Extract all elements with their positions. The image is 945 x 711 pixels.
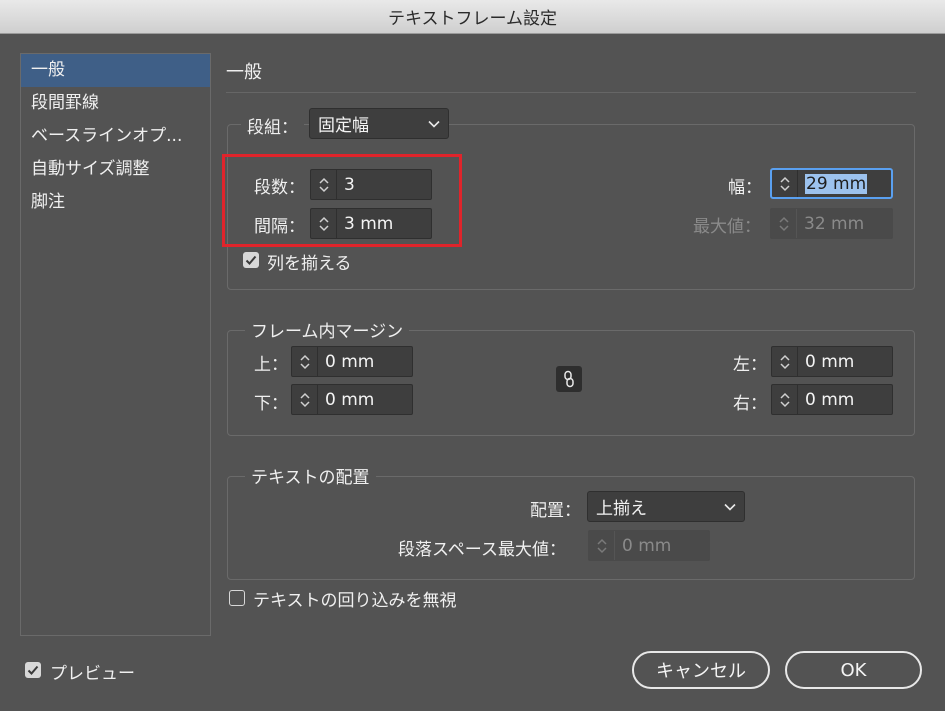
stepper-arrows-icon [778,216,789,231]
paragraph-spacing-field: 0 mm [588,530,710,561]
stepper-arrows-icon [299,354,310,369]
page-title: 一般 [226,62,262,83]
sidebar-item-auto-size[interactable]: 自動サイズ調整 [21,153,210,186]
sidebar-item-general[interactable]: 一般 [21,54,210,87]
balance-columns-checkbox[interactable] [243,252,259,268]
checkmark-icon [27,665,39,675]
align-label: 配置： [530,501,581,521]
inset-bottom-value: 0 mm [325,389,375,410]
preview-checkbox[interactable] [25,662,41,678]
balance-columns-label: 列を揃える [267,254,352,274]
stepper-arrows-icon [779,392,790,407]
inset-right-stepper[interactable] [772,385,798,414]
inset-left-stepper[interactable] [772,347,798,376]
inset-bottom-stepper[interactable] [292,385,318,414]
inset-top-stepper[interactable] [292,347,318,376]
align-value: 上揃え [596,499,647,519]
max-width-field: 32 mm [770,208,893,239]
inset-bottom-field[interactable]: 0 mm [291,384,413,415]
chain-link-icon [564,370,574,388]
sidebar-item-footnotes[interactable]: 脚注 [21,186,210,219]
inset-left-field[interactable]: 0 mm [771,346,893,377]
sidebar-item-baseline-options[interactable]: ベースラインオプ... [21,120,210,153]
max-width-stepper [771,209,797,238]
stepper-arrows-icon [779,354,790,369]
align-select[interactable]: 上揃え [587,491,745,522]
inset-left-value: 0 mm [805,351,855,372]
link-margins-button[interactable] [556,366,582,392]
columns-legend: 段組： [241,113,304,138]
inset-legend: フレーム内マージン [245,317,410,342]
inset-right-label: 右： [733,394,767,414]
column-width-value: 29 mm [805,173,868,194]
inset-right-field[interactable]: 0 mm [771,384,893,415]
max-width-value: 32 mm [804,213,865,234]
max-width-label: 最大値： [693,217,761,237]
sidebar-category-list: 一般 段間罫線 ベースラインオプ... 自動サイズ調整 脚注 [20,53,211,636]
inset-top-field[interactable]: 0 mm [291,346,413,377]
chevron-down-icon [724,503,736,511]
vertical-justification-group [227,476,915,580]
paragraph-spacing-value: 0 mm [622,535,672,556]
ok-button[interactable]: OK [785,651,922,689]
window-title-bar: テキストフレーム設定 [0,0,945,34]
paragraph-spacing-label: 段落スペース最大値： [398,540,566,560]
window-title: テキストフレーム設定 [388,9,557,29]
title-divider [226,92,916,93]
stepper-arrows-icon [596,538,607,553]
preview-label: プレビュー [50,664,135,684]
columns-label: 段組： [247,118,298,138]
ignore-text-wrap-label: テキストの回り込みを無視 [253,591,457,611]
column-width-label: 幅： [728,178,762,198]
stepper-arrows-icon [779,176,790,191]
cancel-button[interactable]: キャンセル [632,651,770,689]
column-width-field[interactable]: 29 mm [770,168,893,199]
column-width-stepper[interactable] [772,170,798,197]
vertical-justification-legend: テキストの配置 [245,463,376,488]
ignore-text-wrap-checkbox[interactable] [229,590,245,606]
columns-mode-select[interactable]: 固定幅 [309,108,449,139]
chevron-down-icon [428,120,440,128]
inset-top-label: 上： [254,355,288,375]
paragraph-spacing-stepper [589,531,615,560]
inset-bottom-label: 下： [254,394,288,414]
stepper-arrows-icon [299,392,310,407]
highlight-annotation-box [222,154,462,247]
sidebar-item-column-rules[interactable]: 段間罫線 [21,87,210,120]
inset-right-value: 0 mm [805,389,855,410]
checkmark-icon [245,255,257,265]
inset-left-label: 左： [733,355,767,375]
columns-mode-value: 固定幅 [318,116,369,136]
inset-top-value: 0 mm [325,351,375,372]
